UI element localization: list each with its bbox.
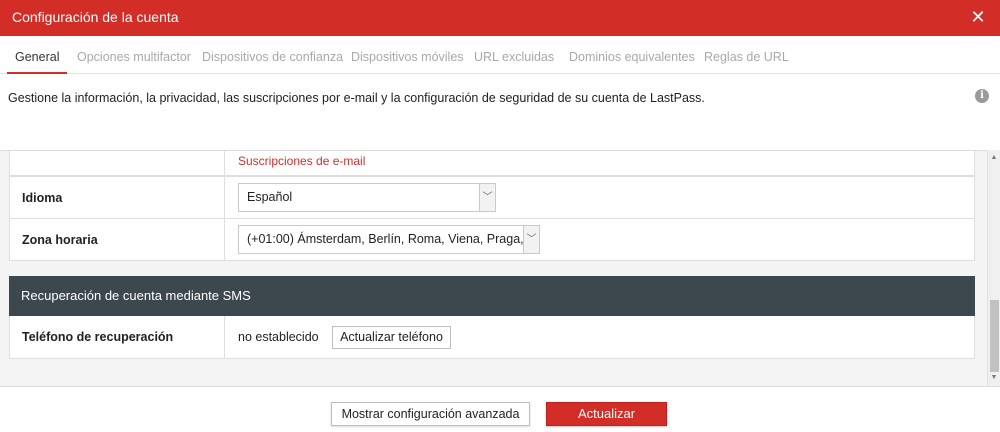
language-row: Idioma Español ﹀ [9, 176, 975, 219]
language-select[interactable]: Español ﹀ [238, 183, 496, 212]
tab-equivalent-domains[interactable]: Dominios equivalentes [569, 36, 695, 74]
chevron-down-icon: ﹀ [523, 226, 539, 253]
dialog-footer: Mostrar configuración avanzada Actualiza… [0, 386, 1000, 432]
show-advanced-settings-button[interactable]: Mostrar configuración avanzada [331, 402, 530, 426]
recovery-phone-value-cell: no establecido Actualizar teléfono [226, 316, 974, 358]
timezone-selected-value: (+01:00) Ámsterdam, Berlín, Roma, Viena,… [247, 232, 539, 246]
recovery-phone-row: Teléfono de recuperación no establecido … [9, 316, 975, 359]
scroll-up-icon[interactable]: ▲ [988, 152, 1000, 164]
tab-trusted-devices[interactable]: Dispositivos de confianza [202, 36, 343, 74]
timezone-row: Zona horaria (+01:00) Ámsterdam, Berlín,… [9, 218, 975, 261]
timezone-select[interactable]: (+01:00) Ámsterdam, Berlín, Roma, Viena,… [238, 225, 540, 254]
scrollbar-thumb[interactable] [990, 300, 999, 372]
recovery-phone-value: no establecido [238, 330, 319, 344]
email-subscriptions-label-cell [10, 151, 225, 175]
email-subscriptions-row: Suscripciones de e-mail [9, 151, 975, 176]
tab-bar: General Opciones multifactor Dispositivo… [0, 36, 1000, 74]
tab-url-rules[interactable]: Reglas de URL [704, 36, 789, 74]
update-button[interactable]: Actualizar [546, 402, 667, 426]
language-label: Idioma [10, 177, 225, 218]
tab-multifactor-options[interactable]: Opciones multifactor [77, 36, 191, 74]
recovery-phone-label: Teléfono de recuperación [10, 316, 225, 358]
update-phone-button[interactable]: Actualizar teléfono [332, 326, 451, 349]
language-value-cell: Español ﹀ [226, 177, 974, 218]
close-icon[interactable]: ✕ [970, 7, 986, 27]
info-icon[interactable]: i [975, 89, 989, 103]
timezone-label: Zona horaria [10, 219, 225, 260]
title-bar: Configuración de la cuenta ✕ [0, 0, 1000, 36]
language-selected-value: Español [247, 190, 293, 204]
timezone-value-cell: (+01:00) Ámsterdam, Berlín, Roma, Viena,… [226, 219, 974, 260]
settings-scroll-area: Suscripciones de e-mail Idioma Español ﹀… [0, 150, 1000, 386]
sms-recovery-section-header: Recuperación de cuenta mediante SMS [9, 276, 975, 316]
email-subscriptions-value-cell: Suscripciones de e-mail [226, 151, 974, 175]
scroll-down-icon[interactable]: ▼ [988, 372, 1000, 384]
vertical-scrollbar[interactable]: ▲ ▼ [987, 150, 1000, 386]
tab-excluded-urls[interactable]: URL excluidas [474, 36, 554, 74]
tab-general[interactable]: General [7, 36, 68, 74]
email-subscriptions-link[interactable]: Suscripciones de e-mail [238, 154, 365, 168]
window-title: Configuración de la cuenta [12, 9, 179, 25]
chevron-down-icon: ﹀ [479, 184, 495, 211]
tab-mobile-devices[interactable]: Dispositivos móviles [351, 36, 464, 74]
page-description: Gestione la información, la privacidad, … [8, 91, 705, 105]
